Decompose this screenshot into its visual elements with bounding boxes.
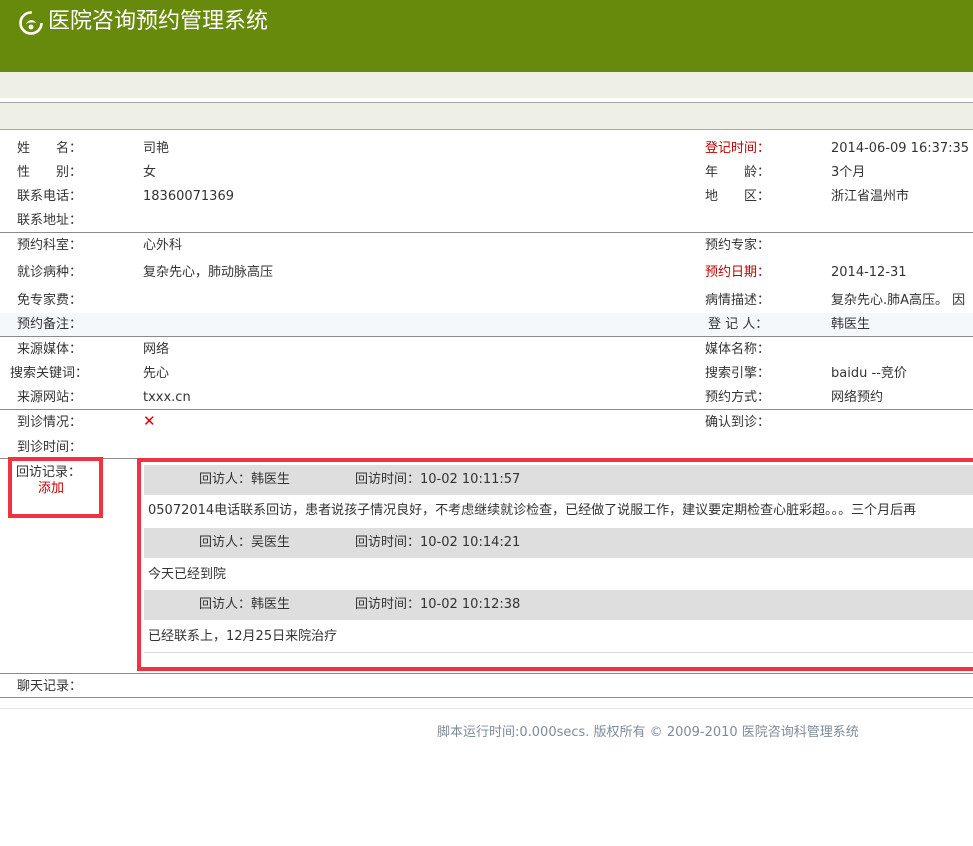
- disease-label: 就诊病种：: [17, 265, 83, 280]
- cross-mark-icon: ✕: [143, 412, 156, 430]
- name-label: 姓 名：: [17, 141, 83, 156]
- date-value: 2014-12-31: [831, 265, 907, 280]
- logo-icon: [19, 11, 43, 35]
- media-label: 来源媒体：: [17, 342, 83, 357]
- media-name-label: 媒体名称：: [705, 342, 771, 357]
- disease-value: 复杂先心，肺动脉高压: [143, 265, 274, 280]
- phone-value: 18360071369: [143, 189, 234, 204]
- age-label: 年 龄：: [705, 165, 771, 180]
- followup-label: 回访记录：: [16, 465, 82, 480]
- engine-value: baidu --竞价: [831, 366, 907, 381]
- site-value: txxx.cn: [143, 390, 191, 405]
- section-divider: [0, 673, 973, 674]
- desc-label: 病情描述：: [705, 293, 771, 308]
- visit-status-label: 到诊情况：: [17, 415, 83, 430]
- expert-label: 预约专家：: [705, 238, 771, 253]
- gender-label: 性 别：: [17, 165, 83, 180]
- registrar-value: 韩医生: [831, 317, 871, 332]
- region-value: 浙江省温州市: [831, 189, 910, 204]
- desc-value: 复杂先心.肺A高压。 因: [831, 293, 966, 308]
- site-label: 来源网站：: [17, 390, 83, 405]
- section-divider: [0, 232, 973, 233]
- method-value: 网络预约: [831, 390, 884, 405]
- fee-label: 免专家费：: [17, 293, 83, 308]
- footer-copyright: 脚本运行时间:0.000secs. 版权所有 © 2009-2010 医院咨询科…: [437, 725, 859, 740]
- app-header: 医院咨询预约管理系统: [0, 0, 973, 72]
- followup-records-highlight: [137, 458, 973, 671]
- sub-bar: [0, 72, 973, 98]
- phone-label: 联系电话：: [17, 189, 83, 204]
- dept-value: 心外科: [143, 238, 183, 253]
- visit-time-label: 到诊时间：: [17, 440, 83, 455]
- media-value: 网络: [143, 342, 170, 357]
- gender-value: 女: [143, 165, 157, 180]
- remark-row-shade: [0, 313, 973, 336]
- app-title: 医院咨询预约管理系统: [48, 9, 269, 34]
- region-label: 地 区：: [705, 189, 771, 204]
- toolbar-strip: [0, 102, 973, 130]
- reg-time-label: 登记时间：: [705, 141, 771, 156]
- section-divider: [0, 697, 973, 698]
- registrar-label: 登 记 人：: [708, 317, 769, 332]
- method-label: 预约方式：: [705, 390, 771, 405]
- section-divider: [0, 336, 973, 337]
- remark-label: 预约备注：: [17, 317, 83, 332]
- name-value: 司艳: [143, 141, 170, 156]
- confirm-visit-label: 确认到诊：: [705, 415, 771, 430]
- engine-label: 搜索引擎：: [705, 366, 771, 381]
- keyword-value: 先心: [143, 366, 170, 381]
- date-label: 预约日期：: [705, 265, 771, 280]
- add-followup-link[interactable]: 添加: [38, 481, 64, 497]
- chat-label: 聊天记录：: [17, 679, 83, 694]
- age-value: 3个月: [831, 165, 866, 180]
- keyword-label: 搜索关键词：: [10, 366, 89, 381]
- address-label: 联系地址：: [17, 213, 83, 228]
- dept-label: 预约科室：: [17, 238, 83, 253]
- section-divider: [0, 409, 973, 410]
- reg-time-value: 2014-06-09 16:37:35: [831, 141, 970, 156]
- footer-divider: [0, 708, 973, 709]
